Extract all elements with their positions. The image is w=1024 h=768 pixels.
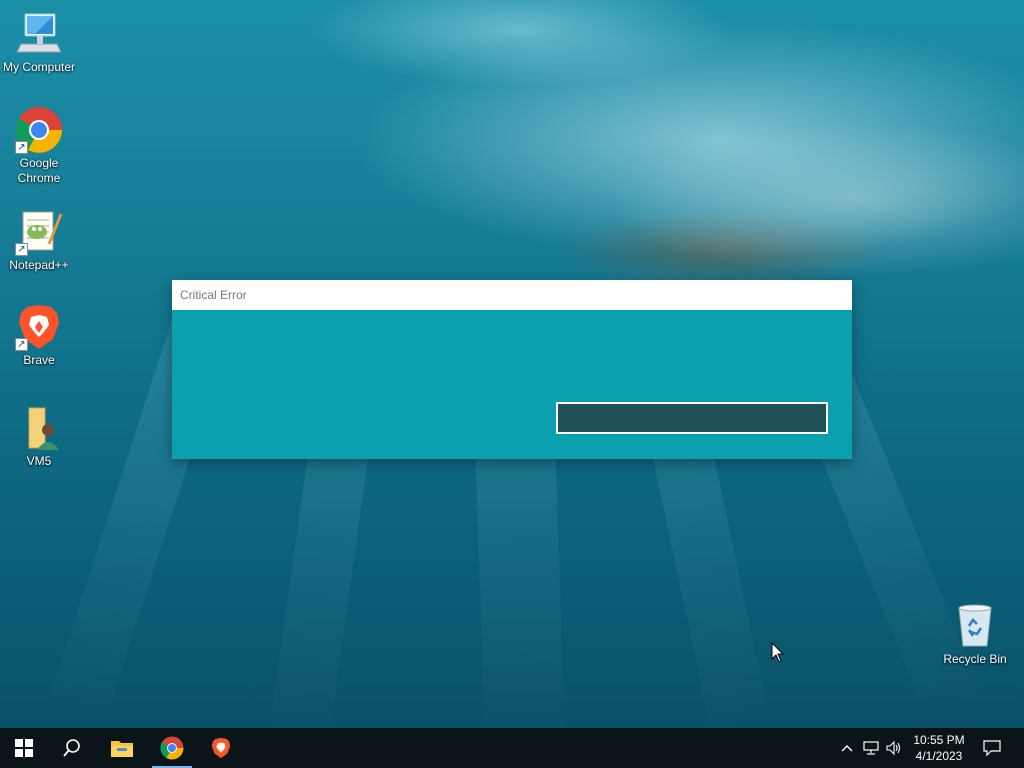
brave-icon: [211, 737, 231, 759]
desktop-icon-notepad-plus-plus[interactable]: ↗ Notepad++: [1, 208, 77, 273]
shortcut-arrow-icon: ↗: [15, 338, 28, 351]
taskbar-brave[interactable]: [197, 728, 245, 768]
taskbar: 10:55 PM 4/1/2023: [0, 728, 1024, 768]
speaker-icon: [886, 741, 901, 755]
windows-logo-icon: [15, 739, 33, 757]
critical-error-dialog: Critical Error: [172, 280, 852, 459]
computer-icon: [15, 10, 63, 58]
start-button[interactable]: [0, 728, 48, 768]
desktop-icon-google-chrome[interactable]: ↗ Google Chrome: [1, 106, 77, 186]
notification-icon: [983, 740, 1001, 756]
clock-time: 10:55 PM: [913, 733, 965, 747]
action-center-button[interactable]: [976, 728, 1008, 768]
brave-icon: ↗: [15, 303, 63, 351]
search-icon: [63, 739, 80, 757]
taskbar-chrome[interactable]: [148, 728, 196, 768]
desktop-icon-label: VM5: [26, 454, 52, 468]
desktop-icon-vm5[interactable]: VM5: [1, 404, 77, 469]
desktop-icon-label: Notepad++: [9, 258, 69, 272]
search-button[interactable]: [48, 728, 96, 768]
dialog-titlebar[interactable]: Critical Error: [172, 280, 852, 310]
desktop-icon-my-computer[interactable]: My Computer: [1, 10, 77, 75]
mouse-cursor-icon: [771, 641, 785, 669]
dialog-title: Critical Error: [180, 288, 247, 302]
notepad-plus-plus-icon: ↗: [15, 208, 63, 256]
desktop-icon-recycle-bin[interactable]: Recycle Bin: [937, 602, 1013, 667]
show-hidden-icons-button[interactable]: [838, 728, 856, 768]
network-icon: [863, 741, 879, 755]
desktop-icon-label: Google Chrome: [17, 156, 61, 185]
shortcut-arrow-icon: ↗: [15, 141, 28, 154]
recycle-bin-icon: [951, 602, 999, 650]
taskbar-file-explorer[interactable]: [98, 728, 146, 768]
desktop-icon-label: Brave: [23, 353, 55, 367]
network-status[interactable]: [860, 728, 882, 768]
chevron-up-icon: [841, 745, 853, 752]
clock-date: 4/1/2023: [915, 749, 963, 763]
chrome-icon: [160, 736, 184, 760]
taskbar-clock[interactable]: 10:55 PM 4/1/2023: [904, 728, 974, 768]
chrome-icon: ↗: [15, 106, 63, 154]
desktop-icon-label: My Computer: [2, 60, 76, 74]
desktop-icon-label: Recycle Bin: [943, 652, 1007, 666]
volume-control[interactable]: [883, 728, 905, 768]
user-folder-icon: [15, 404, 63, 452]
desktop-icon-brave[interactable]: ↗ Brave: [1, 303, 77, 368]
file-explorer-icon: [111, 741, 133, 757]
dialog-action-button[interactable]: [556, 402, 828, 434]
shortcut-arrow-icon: ↗: [15, 243, 28, 256]
